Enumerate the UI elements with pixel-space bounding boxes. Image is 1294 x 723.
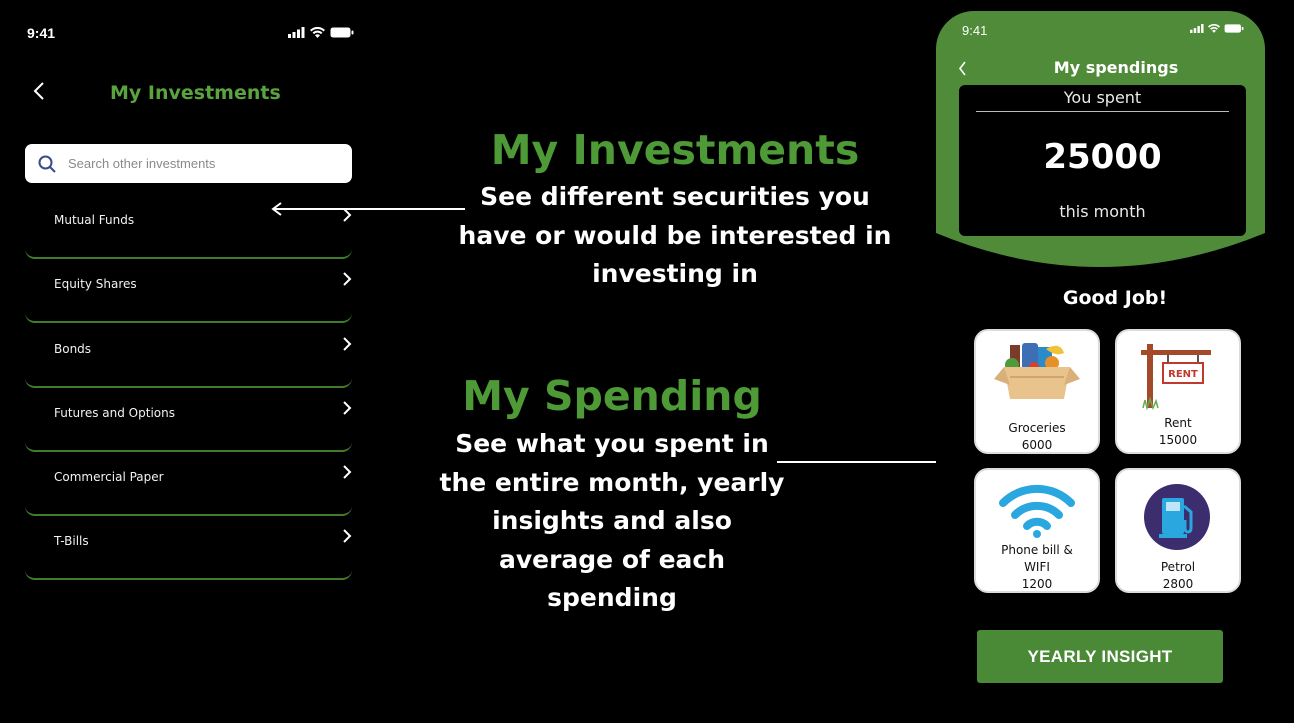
investments-description: See different securities you have or wou… <box>450 178 900 294</box>
signal-icon <box>1190 24 1204 33</box>
category-name-line1: Phone bill & <box>1001 543 1073 557</box>
page-title: My Investments <box>110 82 281 104</box>
arrow-left-icon <box>271 202 465 216</box>
chevron-right-icon <box>343 401 352 415</box>
category-amount: 2800 <box>1162 577 1194 591</box>
chevron-right-icon <box>343 272 352 286</box>
list-item-futures-options[interactable]: Futures and Options <box>25 388 352 452</box>
category-card-phone-wifi[interactable]: Phone bill & WIFI 1200 <box>974 468 1100 593</box>
list-item-label: Equity Shares <box>54 277 137 291</box>
category-amount: 6000 <box>1021 438 1053 452</box>
spending-heading: My Spending <box>462 372 762 420</box>
spendings-screen: 9:41 My spendings You spent 25000 this m… <box>936 11 1265 713</box>
category-card-groceries[interactable]: Groceries 6000 <box>974 329 1100 454</box>
investments-screen: 9:41 My Investments Search other investm… <box>0 0 380 723</box>
spent-amount: 25000 <box>1043 137 1162 177</box>
investments-heading: My Investments <box>490 126 860 174</box>
list-item-equity-shares[interactable]: Equity Shares <box>25 259 352 323</box>
rent-sign-icon: RENT <box>1141 344 1211 410</box>
category-amount: 15000 <box>1158 433 1198 447</box>
spent-summary-card: You spent 25000 this month <box>959 85 1246 236</box>
category-name-line2: WIFI <box>1024 560 1050 574</box>
category-card-rent[interactable]: RENT Rent 15000 <box>1115 329 1241 454</box>
search-input[interactable]: Search other investments <box>25 144 352 183</box>
category-card-petrol[interactable]: Petrol 2800 <box>1115 468 1241 593</box>
page-title: My spendings <box>1053 58 1179 77</box>
list-item-commercial-paper[interactable]: Commercial Paper <box>25 452 352 516</box>
summary-top-label: You spent <box>1063 88 1142 107</box>
chevron-right-icon <box>343 529 352 543</box>
description-line: insights and also <box>492 506 732 535</box>
battery-icon <box>330 27 354 38</box>
search-icon <box>38 155 56 173</box>
divider <box>976 111 1229 112</box>
description-line: spending <box>547 583 677 612</box>
chevron-right-icon <box>343 337 352 351</box>
wifi-status-icon <box>1208 24 1220 33</box>
chevron-right-icon <box>343 465 352 479</box>
spending-description: See what you spent in the entire month, … <box>412 425 812 618</box>
battery-icon <box>1224 24 1244 33</box>
category-amount: 1200 <box>1021 577 1053 591</box>
list-item-bonds[interactable]: Bonds <box>25 324 352 388</box>
list-item-label: Futures and Options <box>54 406 175 420</box>
fuel-pump-icon <box>1144 484 1210 550</box>
status-time: 9:41 <box>27 25 56 41</box>
list-item-label: Commercial Paper <box>54 470 164 484</box>
category-name: Rent <box>1164 416 1192 430</box>
wifi-status-icon <box>310 27 325 38</box>
description-line: investing in <box>592 259 758 288</box>
status-icons <box>1190 24 1244 33</box>
list-item-label: Bonds <box>54 342 92 356</box>
category-name: Groceries <box>1008 421 1066 435</box>
description-line: See what you spent in <box>455 429 769 458</box>
groceries-box-icon <box>994 343 1080 399</box>
description-line: average of each <box>498 544 726 574</box>
rent-sign-text: RENT <box>1168 369 1198 380</box>
category-name: Petrol <box>1160 560 1196 574</box>
wifi-icon <box>999 484 1075 538</box>
description-line: have or would be interested in <box>458 220 892 250</box>
back-chevron-icon[interactable] <box>33 82 45 100</box>
summary-bottom-label: this month <box>1059 202 1146 221</box>
status-time: 9:41 <box>962 23 988 38</box>
signal-icon <box>288 27 305 38</box>
list-item-label: T-Bills <box>54 534 89 548</box>
search-placeholder: Search other investments <box>68 156 216 171</box>
description-line: See different securities you <box>480 182 870 211</box>
list-item-label: Mutual Funds <box>54 213 135 227</box>
status-icons <box>288 27 354 38</box>
list-item-t-bills[interactable]: T-Bills <box>25 516 352 580</box>
description-line: the entire month, yearly <box>439 467 785 497</box>
yearly-insight-button[interactable]: YEARLY INSIGHT <box>977 630 1223 683</box>
status-message: Good Job! <box>1062 287 1168 309</box>
